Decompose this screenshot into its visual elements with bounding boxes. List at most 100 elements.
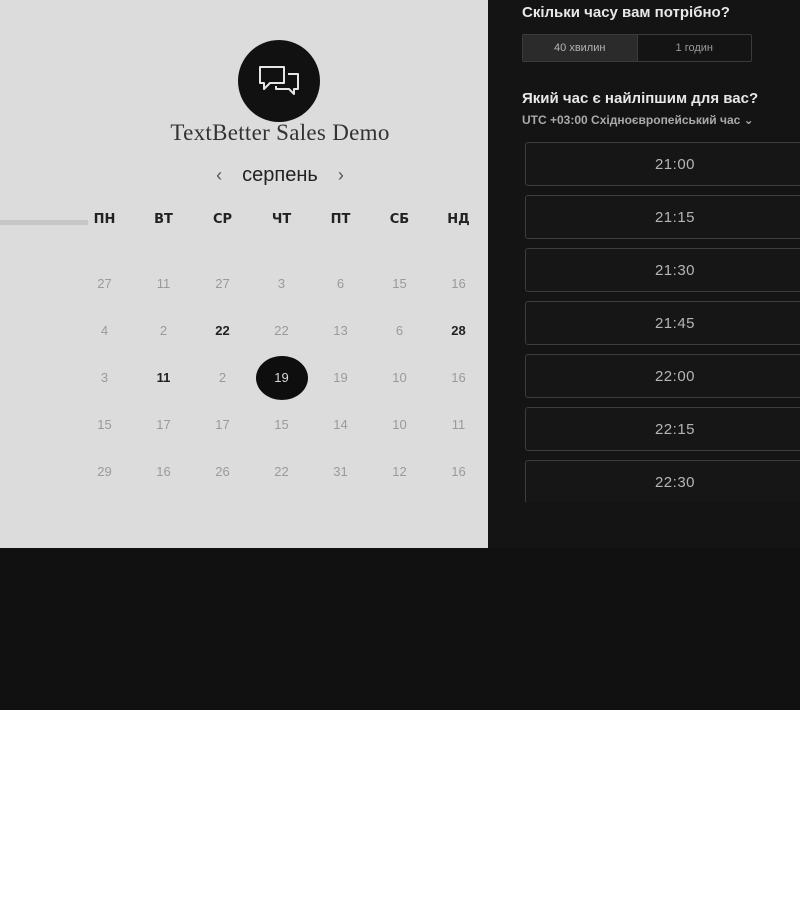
weekday-label: ПТ bbox=[330, 212, 351, 227]
chevron-down-icon: ⌄ bbox=[743, 113, 754, 127]
calendar-day-label: 15 bbox=[392, 276, 407, 291]
time-slot-button[interactable]: 22:15 bbox=[525, 407, 800, 451]
weekday-label: НД bbox=[447, 212, 470, 227]
calendar-day-label: 4 bbox=[100, 323, 109, 338]
calendar-day-label: 6 bbox=[336, 276, 345, 291]
calendar-day-label: 19 bbox=[274, 370, 289, 385]
calendar-day: 22 bbox=[252, 307, 311, 354]
calendar-day-label: 3 bbox=[277, 276, 286, 291]
calendar-day-label: 22 bbox=[274, 464, 289, 479]
calendar-day-label: 2 bbox=[159, 323, 168, 338]
calendar-day-label: 11 bbox=[156, 276, 171, 291]
calendar-day: 14 bbox=[311, 401, 370, 448]
calendar-day-label: 22 bbox=[274, 323, 289, 338]
calendar-day: 3 bbox=[75, 354, 134, 401]
calendar-day-label: 19 bbox=[333, 370, 348, 385]
month-label: серпень bbox=[242, 163, 318, 186]
weekday-label: СБ bbox=[389, 212, 410, 227]
calendar-day: 17 bbox=[193, 401, 252, 448]
time-slot-button[interactable]: 21:30 bbox=[525, 248, 800, 292]
calendar-grid: 27 11 27 3 6 15 16 4 2 22 22 13 6 28 3 11 2 19 19 10 16 15 17 1… bbox=[75, 260, 488, 495]
duration-option[interactable]: 1 годин bbox=[638, 35, 752, 61]
calendar-day-label: 17 bbox=[215, 417, 230, 432]
calendar-day-label: 13 bbox=[333, 323, 348, 338]
calendar-day: 2 bbox=[134, 307, 193, 354]
weekday-label: ПН bbox=[93, 212, 116, 227]
duration-question: Скільки часу вам потрібно? bbox=[522, 4, 730, 21]
calendar-day-label: 27 bbox=[97, 276, 112, 291]
calendar-day: 16 bbox=[429, 260, 488, 307]
calendar-day-label: 27 bbox=[215, 276, 230, 291]
chat-bubbles-icon bbox=[238, 40, 320, 122]
calendar-day-label: 16 bbox=[156, 464, 171, 479]
time-slot-button[interactable]: 21:00 bbox=[525, 142, 800, 186]
time-slot-button[interactable]: 21:15 bbox=[525, 195, 800, 239]
calendar-day: 31 bbox=[311, 448, 370, 495]
calendar-day: 12 bbox=[370, 448, 429, 495]
duration-option[interactable]: 40 хвилин bbox=[523, 35, 638, 61]
timezone-selector[interactable]: UTC +03:00 Східноєвропейський час ⌄ bbox=[522, 113, 754, 127]
calendar-day-label: 28 bbox=[451, 323, 466, 338]
month-navigation: ‹ серпень › bbox=[200, 160, 360, 190]
calendar-day: 15 bbox=[75, 401, 134, 448]
calendar-day: 6 bbox=[370, 307, 429, 354]
weekday-header: ПН ВТ СР ЧТ ПТ СБ НД bbox=[75, 212, 488, 227]
calendar-day-label: 6 bbox=[395, 323, 404, 338]
calendar-day: 26 bbox=[193, 448, 252, 495]
weekday-label: СР bbox=[212, 212, 233, 227]
calendar-day: 11 bbox=[429, 401, 488, 448]
calendar-day[interactable]: 28 bbox=[429, 307, 488, 354]
calendar-day-label: 10 bbox=[392, 417, 407, 432]
calendar-day-label: 26 bbox=[215, 464, 230, 479]
calendar-day: 3 bbox=[252, 260, 311, 307]
calendar-day-label: 16 bbox=[451, 370, 466, 385]
calendar-day: 16 bbox=[429, 448, 488, 495]
calendar-day: 22 bbox=[252, 448, 311, 495]
calendar-day: 10 bbox=[370, 401, 429, 448]
calendar-day: 16 bbox=[429, 354, 488, 401]
calendar-day-label: 10 bbox=[392, 370, 407, 385]
calendar-day-label: 14 bbox=[333, 417, 348, 432]
calendar-day: 13 bbox=[311, 307, 370, 354]
calendar-day: 11 bbox=[134, 260, 193, 307]
calendar-day: 10 bbox=[370, 354, 429, 401]
time-slot-button[interactable]: 21:45 bbox=[525, 301, 800, 345]
time-slot-list: 21:00 21:15 21:30 21:45 22:00 22:15 22:30 bbox=[525, 142, 800, 502]
calendar-day-label: 15 bbox=[274, 417, 289, 432]
calendar-day-label: 11 bbox=[451, 417, 466, 432]
time-slot-button[interactable]: 22:00 bbox=[525, 354, 800, 398]
calendar-day: 27 bbox=[75, 260, 134, 307]
calendar-day-label: 16 bbox=[451, 276, 466, 291]
calendar-day: 2 bbox=[193, 354, 252, 401]
duration-selector: 40 хвилин 1 годин bbox=[522, 34, 752, 62]
calendar-day: 27 bbox=[193, 260, 252, 307]
time-slot-button[interactable]: 22:30 bbox=[525, 460, 800, 502]
calendar-day-label: 16 bbox=[451, 464, 466, 479]
weekday-label: ВТ bbox=[154, 212, 173, 227]
calendar-day-label: 2 bbox=[218, 370, 227, 385]
calendar-day[interactable]: 22 bbox=[193, 307, 252, 354]
calendar-panel: TextBetter Sales Demo ‹ серпень › ПН ВТ СР… bbox=[0, 0, 488, 548]
calendar-day: 15 bbox=[252, 401, 311, 448]
calendar-day-label: 11 bbox=[156, 370, 171, 385]
chevron-left-icon[interactable]: ‹ bbox=[210, 163, 228, 187]
footer-band bbox=[0, 548, 800, 710]
calendar-day: 4 bbox=[75, 307, 134, 354]
calendar-day-selected[interactable]: 19 bbox=[252, 354, 311, 401]
booking-panel: Скільки часу вам потрібно? 40 хвилин 1 го… bbox=[488, 0, 800, 548]
chevron-right-icon[interactable]: › bbox=[332, 163, 350, 187]
calendar-day-label: 3 bbox=[100, 370, 109, 385]
time-question: Який час є найліпшим для вас? bbox=[522, 90, 759, 107]
calendar-day: 17 bbox=[134, 401, 193, 448]
calendar-day-label: 15 bbox=[97, 417, 112, 432]
calendar-day-label: 29 bbox=[97, 464, 112, 479]
calendar-day-label: 17 bbox=[156, 417, 171, 432]
calendar-day[interactable]: 11 bbox=[134, 354, 193, 401]
calendar-day-label: 31 bbox=[333, 464, 348, 479]
timezone-label: UTC +03:00 Східноєвропейський час bbox=[522, 113, 741, 127]
calendar-day: 6 bbox=[311, 260, 370, 307]
calendar-day-label: 22 bbox=[215, 323, 230, 338]
calendar-day: 16 bbox=[134, 448, 193, 495]
page-title: TextBetter Sales Demo bbox=[170, 120, 390, 145]
calendar-day: 15 bbox=[370, 260, 429, 307]
